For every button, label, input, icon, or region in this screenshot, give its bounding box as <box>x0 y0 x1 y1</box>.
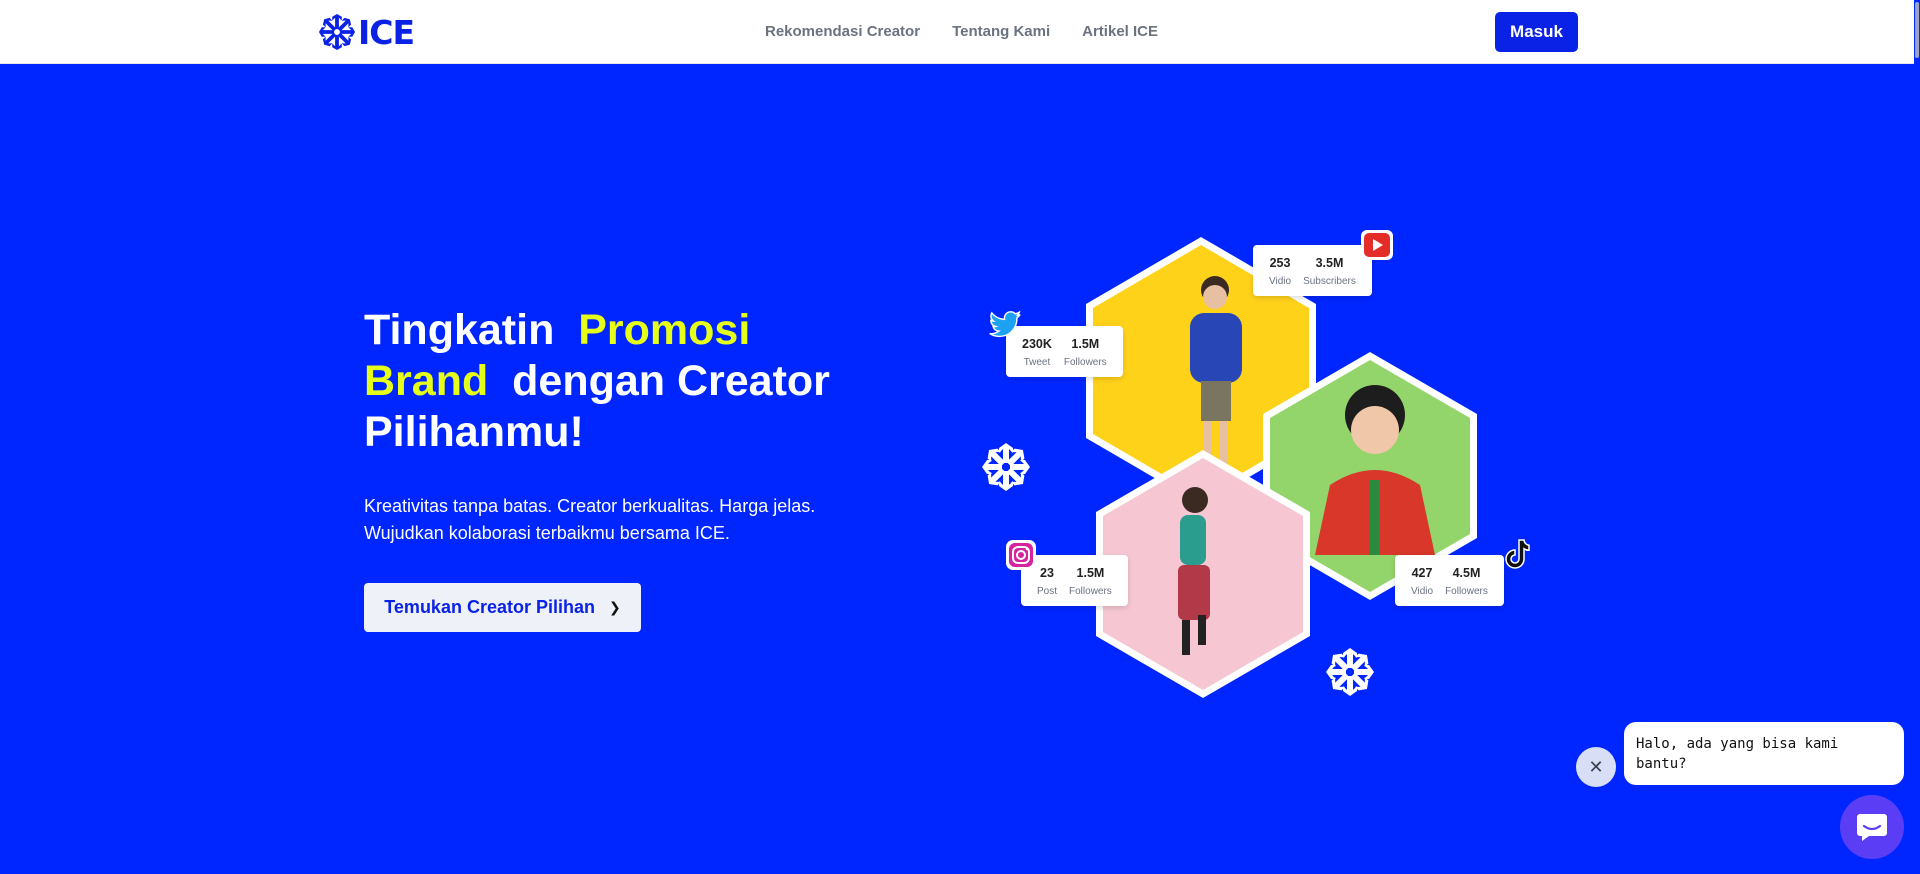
hero-title-part3: Pilihanmu! <box>364 408 584 456</box>
youtube-videos-label: Vidio <box>1269 276 1292 287</box>
tiktok-videos-count: 427 <box>1411 566 1433 580</box>
instagram-icon <box>1004 538 1038 572</box>
creator-hexagons <box>982 237 1477 698</box>
tiktok-followers-label: Followers <box>1445 586 1488 597</box>
twitter-followers-count: 1.5M <box>1071 337 1100 351</box>
nav-rekomendasi-creator[interactable]: Rekomendasi Creator <box>765 22 920 42</box>
page-scrollbar[interactable] <box>1914 0 1920 874</box>
logo-text: ICE <box>358 12 415 52</box>
snowflake-logo-icon <box>318 13 356 51</box>
twitter-stat-card: 230K Tweet 1.5M Followers <box>1006 326 1123 377</box>
nav-tentang-kami[interactable]: Tentang Kami <box>952 22 1050 42</box>
hero-title-part2: dengan Creator <box>512 357 830 405</box>
find-creator-button[interactable]: Temukan Creator Pilihan ❯ <box>364 583 641 632</box>
hero-description: Kreativitas tanpa batas. Creator berkual… <box>364 496 816 543</box>
tiktok-stat-card: 427 Vidio 4.5M Followers <box>1395 555 1504 606</box>
site-header: ICE Rekomendasi Creator Tentang Kami Art… <box>0 0 1920 64</box>
tiktok-icon <box>1500 537 1534 571</box>
twitter-followers-label: Followers <box>1063 357 1107 368</box>
hero-title: Tingkatin Promosi Brand dengan Creator P… <box>364 305 844 458</box>
chat-launcher-button[interactable] <box>1840 795 1904 859</box>
instagram-posts-count: 23 <box>1040 566 1054 580</box>
instagram-posts-label: Post <box>1037 586 1058 597</box>
chat-close-button[interactable]: ✕ <box>1576 747 1616 787</box>
close-icon: ✕ <box>1588 756 1604 777</box>
chat-icon <box>1857 814 1887 841</box>
instagram-followers-label: Followers <box>1069 586 1112 597</box>
nav-artikel-ice[interactable]: Artikel ICE <box>1082 22 1158 42</box>
twitter-tweets-count: 230K <box>1022 337 1052 351</box>
hero-title-part1: Tingkatin <box>364 306 555 354</box>
youtube-stat-card: 253 Vidio 3.5M Subscribers <box>1253 245 1372 296</box>
youtube-subscribers-label: Subscribers <box>1303 276 1356 287</box>
snowflake-icon-2 <box>1326 648 1374 696</box>
youtube-icon <box>1360 228 1394 262</box>
hero-illustration: 253 Vidio 3.5M Subscribers 230K Tweet 1.5M F… <box>970 225 1540 715</box>
tiktok-videos-label: Vidio <box>1411 586 1434 597</box>
hero-title-highlight-brand: Brand <box>364 357 489 405</box>
find-creator-label: Temukan Creator Pilihan <box>384 597 595 617</box>
main-nav: Rekomendasi Creator Tentang Kami Artikel… <box>765 22 1158 42</box>
twitter-icon <box>988 308 1022 342</box>
scrollbar-thumb[interactable] <box>1915 2 1919 58</box>
snowflake-icon <box>982 443 1030 491</box>
login-button[interactable]: Masuk <box>1495 12 1578 52</box>
chat-greeting-bubble[interactable]: Halo, ada yang bisa kami bantu? <box>1624 722 1904 785</box>
hero-title-highlight-promosi: Promosi <box>578 306 751 354</box>
twitter-tweets-label: Tweet <box>1023 357 1051 368</box>
ice-logo[interactable]: ICE <box>318 12 415 52</box>
youtube-videos-count: 253 <box>1269 256 1291 270</box>
tiktok-followers-count: 4.5M <box>1452 566 1481 580</box>
youtube-subscribers-count: 3.5M <box>1315 256 1344 270</box>
instagram-followers-count: 1.5M <box>1076 566 1105 580</box>
chevron-right-icon: ❯ <box>608 599 621 615</box>
